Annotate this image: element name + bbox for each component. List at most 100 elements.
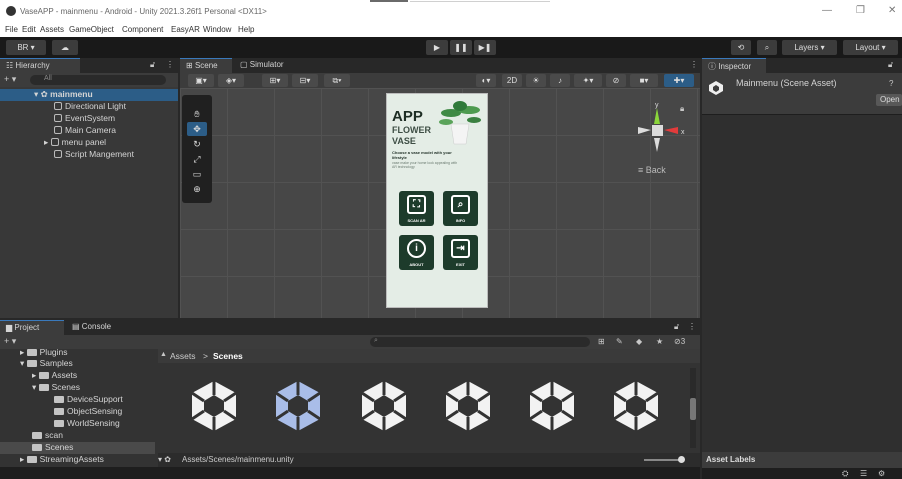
tree-item-script-mangement[interactable]: Script Mangement (54, 149, 134, 161)
shading-dropdown[interactable]: ◐▾ (476, 74, 496, 87)
menu-window[interactable]: Window (203, 25, 231, 34)
lock-icon[interactable]: 🔓︎ (150, 60, 155, 70)
search-by-label-icon[interactable]: ✎ (616, 337, 623, 346)
tree-item-menu-panel[interactable]: ▸ menu panel (44, 137, 106, 149)
scene-asset-icon[interactable] (186, 378, 242, 434)
hand-tool-icon[interactable]: ✋︎ (187, 107, 207, 121)
folder-item-scenes[interactable]: Scenes (0, 442, 155, 454)
render-mode-dropdown[interactable]: ◈▾ (218, 74, 244, 87)
folder-item-samples[interactable]: ▾ Samples (20, 358, 73, 370)
scene-asset-icon-selected[interactable] (270, 378, 326, 434)
rotate-tool-icon[interactable]: ↻ (187, 137, 207, 151)
scene-asset-icon[interactable] (356, 378, 412, 434)
camera-dropdown[interactable]: ■▾ (630, 74, 658, 87)
tree-item-eventsystem[interactable]: EventSystem (54, 113, 115, 125)
scene-asset-icon[interactable] (608, 378, 664, 434)
scene-asset-icon[interactable] (440, 378, 496, 434)
folder-item-scenes-sample[interactable]: ▾ Scenes (32, 382, 80, 394)
kebab-menu-icon[interactable]: ⋮ (688, 322, 696, 331)
search-by-type-icon[interactable]: ⊞ (598, 337, 605, 346)
draw-mode-dropdown[interactable]: ▣▾ (188, 74, 214, 87)
toggle-2d-button[interactable]: 2D (502, 74, 522, 87)
tree-item-mainmenu[interactable]: ▾ ✿ mainmenu (0, 89, 178, 101)
cloud-icon[interactable]: ☁ (52, 40, 78, 55)
tab-project[interactable]: ▆ Project (0, 320, 64, 335)
menu-edit[interactable]: Edit (22, 25, 36, 34)
exit-button[interactable]: ⇥ EXIT (443, 235, 478, 270)
breadcrumb-assets[interactable]: Assets (170, 351, 196, 361)
tree-item-main-camera[interactable]: Main Camera (54, 125, 116, 137)
about-button[interactable]: i ABOUT (399, 235, 434, 270)
snap-increment-dropdown[interactable]: ⊟▾ (292, 74, 318, 87)
menu-assets[interactable]: Assets (40, 25, 64, 34)
folder-item-assets[interactable]: ▸ Assets (32, 370, 77, 382)
favorite-icon[interactable]: ★ (656, 337, 663, 346)
grid-snap-dropdown[interactable]: ⊞▾ (262, 74, 288, 87)
menu-gameobject[interactable]: GameObject (69, 25, 114, 34)
tab-hierarchy[interactable]: ☷ Hierarchy (0, 58, 80, 73)
scan-ar-button[interactable]: ⛶ SCAN AR (399, 191, 434, 226)
kebab-menu-icon[interactable]: ⋮ (166, 60, 174, 69)
project-search-input[interactable]: ⌕ (370, 337, 590, 347)
hidden-objects-icon[interactable]: ⊘ (606, 74, 626, 87)
app-canvas-preview[interactable]: APP FLOWER VASE Choose a vase model with… (386, 93, 488, 308)
tab-inspector[interactable]: ⓘ Inspector (702, 58, 766, 73)
menu-component[interactable]: Component (122, 25, 163, 34)
folder-item-scan[interactable]: scan (32, 430, 63, 442)
notifications-icon[interactable]: ☰ (860, 469, 867, 478)
play-button[interactable]: ▶ (426, 40, 448, 55)
menu-help[interactable]: Help (238, 25, 254, 34)
tab-console[interactable]: ▤ Console (66, 320, 126, 335)
info-button[interactable]: ⌕ INFO (443, 191, 478, 226)
back-view-label[interactable]: ≡ Back (638, 165, 666, 175)
zoom-slider-thumb[interactable] (678, 456, 685, 463)
asset-scrollbar-track[interactable] (690, 368, 696, 448)
transform-tool-icon[interactable]: ⊕ (187, 182, 207, 196)
hierarchy-add-button[interactable]: + ▾ (4, 74, 16, 85)
project-add-button[interactable]: + ▾ (4, 336, 16, 347)
debug-icon[interactable]: ⚙ (878, 469, 885, 478)
open-button[interactable]: Open (876, 94, 902, 106)
maximize-button[interactable]: ❐ (856, 5, 865, 16)
tab-scene[interactable]: ⊞ Scene (180, 58, 232, 73)
hierarchy-search-input[interactable]: All (30, 75, 166, 85)
lighting-toggle-icon[interactable]: ☀ (526, 74, 546, 87)
step-button[interactable]: ▶❚ (474, 40, 496, 55)
move-tool-icon[interactable]: ✥ (187, 122, 207, 136)
history-icon[interactable]: ⟲ (731, 40, 751, 55)
folder-item-devicesupport[interactable]: DeviceSupport (54, 394, 123, 406)
pause-button[interactable]: ❚❚ (450, 40, 472, 55)
audio-toggle-icon[interactable]: ♪ (550, 74, 570, 87)
gizmos-dropdown[interactable]: ✚▾ (664, 74, 694, 87)
scene-asset-icon[interactable] (524, 378, 580, 434)
tab-simulator[interactable]: ▢ Simulator (234, 58, 300, 73)
layers-dropdown[interactable]: Layers ▾ (782, 40, 837, 55)
menu-easyar[interactable]: EasyAR (171, 25, 200, 34)
menu-file[interactable]: File (5, 25, 18, 34)
close-button[interactable]: ✕ (888, 5, 896, 16)
folder-item-worldsensing[interactable]: WorldSensing (54, 418, 120, 430)
effects-dropdown[interactable]: ✦▾ (574, 74, 602, 87)
rect-tool-icon[interactable]: ▭ (187, 167, 207, 181)
hidden-packages-icon[interactable]: ⊘3 (674, 337, 685, 346)
minimize-button[interactable]: — (822, 5, 832, 16)
project-panel: ▆ Project ▤ Console 🔓︎ ⋮ + ▾ ⌕ ⊞ ✎ ◆ ★ ⊘… (0, 320, 700, 479)
scale-tool-icon[interactable]: ⤢ (187, 152, 207, 166)
lock-icon[interactable]: 🔓︎ (674, 322, 679, 332)
folder-item-objectsensing[interactable]: ObjectSensing (54, 406, 122, 418)
collab-icon[interactable]: ⛭ (842, 469, 848, 479)
tree-item-directional-light[interactable]: Directional Light (54, 101, 126, 113)
lock-icon[interactable]: 🔓︎ (888, 60, 893, 70)
layout-dropdown[interactable]: Layout ▾ (843, 40, 898, 55)
kebab-menu-icon[interactable]: ⋮ (690, 60, 698, 69)
search-icon[interactable]: ⌕ (757, 40, 777, 55)
account-dropdown[interactable]: BR ▾ (6, 40, 46, 55)
breadcrumb-scenes[interactable]: Scenes (213, 351, 243, 361)
asset-scrollbar-thumb[interactable] (690, 398, 696, 420)
gizmo-lock-icon[interactable]: 🔒︎ (680, 104, 684, 114)
folder-item-streamingassets[interactable]: ▸ StreamingAssets (20, 454, 104, 466)
grid-visibility-dropdown[interactable]: ⧉▾ (324, 74, 350, 87)
help-icon[interactable]: ? (889, 79, 893, 88)
collapse-icon[interactable]: ▲ (160, 351, 167, 358)
label-icon[interactable]: ◆ (636, 337, 642, 346)
